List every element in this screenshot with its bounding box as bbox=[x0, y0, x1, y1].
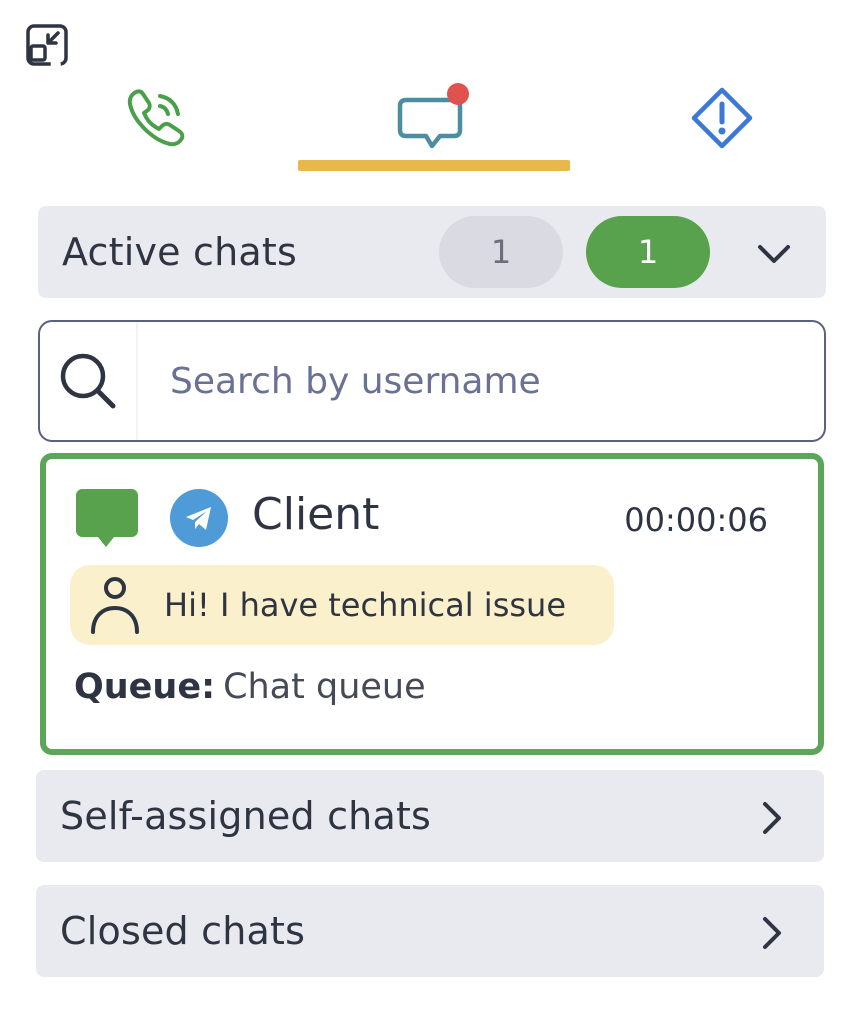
minimize-icon bbox=[26, 24, 68, 66]
active-chats-header[interactable]: Active chats 1 1 bbox=[38, 206, 826, 298]
chat-timer: 00:00:06 bbox=[624, 501, 768, 539]
queue-label: Queue: bbox=[74, 667, 216, 707]
user-icon bbox=[70, 565, 160, 645]
last-message: Hi! I have technical issue bbox=[70, 565, 614, 645]
message-text: Hi! I have technical issue bbox=[164, 586, 566, 624]
search-input[interactable] bbox=[170, 360, 810, 402]
chat-status-icon bbox=[76, 489, 138, 547]
minimize-button[interactable] bbox=[26, 24, 68, 66]
notification-dot bbox=[447, 82, 469, 105]
active-chats-title: Active chats bbox=[62, 230, 297, 274]
channel-tabs bbox=[0, 70, 864, 180]
chat-card[interactable]: Client 00:00:06 Hi! I have technical iss… bbox=[40, 453, 824, 755]
tab-chats[interactable] bbox=[364, 70, 504, 165]
queued-count-badge: 1 bbox=[439, 216, 563, 288]
self-assigned-chats-header[interactable]: Self-assigned chats bbox=[36, 770, 824, 862]
queue-value: Chat queue bbox=[223, 667, 426, 707]
search-divider bbox=[136, 322, 138, 440]
phone-icon bbox=[127, 88, 185, 146]
client-name: Client bbox=[252, 489, 380, 540]
telegram-icon bbox=[170, 489, 228, 547]
search-box bbox=[38, 320, 826, 442]
chevron-down-icon bbox=[758, 245, 790, 263]
tab-phone[interactable] bbox=[86, 70, 226, 165]
tab-alerts[interactable] bbox=[652, 70, 792, 165]
closed-chats-title: Closed chats bbox=[60, 909, 306, 953]
queue-info: Queue: Chat queue bbox=[74, 667, 426, 707]
closed-chats-header[interactable]: Closed chats bbox=[36, 885, 824, 977]
chevron-right-icon bbox=[763, 802, 781, 834]
search-icon bbox=[40, 322, 136, 440]
alert-icon bbox=[691, 87, 753, 148]
chat-icon bbox=[397, 82, 469, 148]
active-tab-indicator bbox=[298, 160, 570, 171]
active-count-badge: 1 bbox=[586, 216, 710, 288]
self-assigned-chats-title: Self-assigned chats bbox=[60, 794, 432, 838]
chevron-right-icon bbox=[763, 917, 781, 949]
